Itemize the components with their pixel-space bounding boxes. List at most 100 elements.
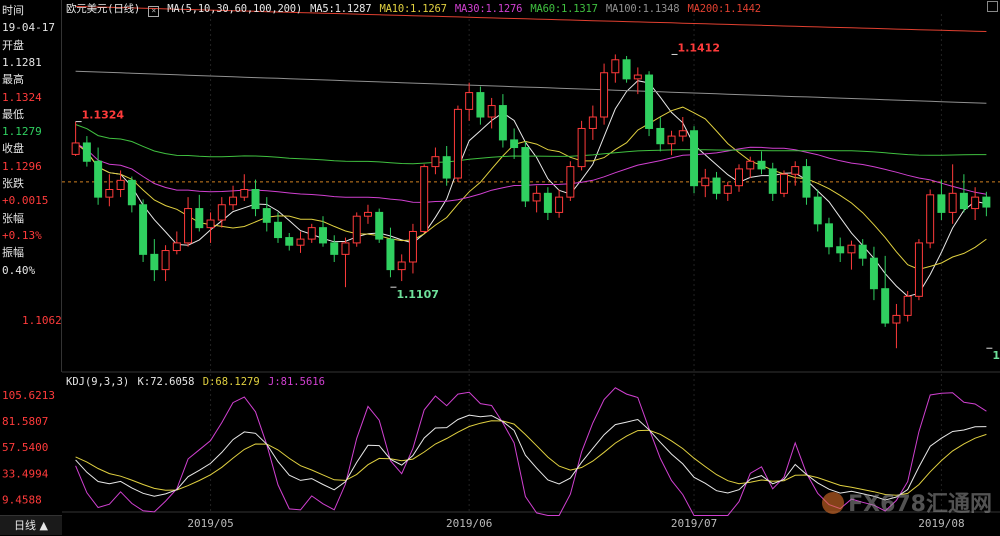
candle-body-57	[712, 177, 721, 194]
candle-body-75	[914, 242, 923, 297]
candle-body-71	[869, 257, 878, 290]
ma-params[interactable]: MA(5,10,30,60,100,200)	[167, 3, 302, 15]
candle-body-80	[971, 196, 980, 210]
candle-body-13	[217, 204, 226, 221]
d-label: D:68.1279	[202, 376, 260, 388]
annotation-label-0: 1.1324	[82, 109, 125, 122]
candle-body-67	[824, 223, 833, 248]
candle-body-43	[555, 196, 564, 213]
candle-body-73	[892, 314, 901, 324]
quote-field-13: +0.13%	[2, 228, 42, 242]
maximize-icon[interactable]	[987, 1, 998, 12]
candle-body-3	[105, 189, 114, 198]
ma200-label: MA200:1.1442	[687, 3, 761, 15]
candle-body-50	[633, 74, 642, 80]
candle-body-14	[229, 196, 238, 206]
candle-body-53	[667, 135, 676, 145]
candle-body-58	[723, 185, 732, 194]
candle-body-18	[274, 221, 282, 239]
candle-body-78	[948, 192, 957, 213]
ma-toggle-icon[interactable]: ×	[148, 6, 160, 17]
x-tick-label-1: 2019/06	[446, 517, 492, 530]
candle-body-66	[813, 196, 822, 225]
candle-body-30	[408, 230, 417, 263]
quote-field-15: 0.40%	[2, 263, 36, 277]
candle-body-46	[588, 116, 597, 129]
kline-chart[interactable]: 2019/05 2019/06 2019/07 2019/08 1.1324 1.1412…	[0, 0, 1000, 535]
quote-field-1: 19-04-17	[2, 21, 55, 35]
candle-body-49	[622, 59, 631, 80]
ma100-label: MA100:1.1348	[605, 3, 680, 15]
ma60-label: MA60:1.1317	[530, 3, 598, 15]
candle-body-63	[780, 173, 788, 194]
candle-body-5	[127, 179, 136, 206]
j-label: J:81.5616	[268, 376, 325, 388]
candle-body-11	[195, 208, 204, 229]
candle-body-59	[735, 168, 743, 187]
watermark-badge-icon	[822, 492, 845, 514]
quote-field-6: 最低	[2, 107, 24, 121]
candle-body-52	[656, 127, 665, 145]
candle-body-70	[858, 244, 867, 259]
candle-body-81	[982, 196, 991, 208]
ma10-label: MA10:1.1267	[379, 3, 447, 15]
period-tab-daily[interactable]: 日线 ▲	[0, 515, 62, 535]
kdj-legend: KDJ(9,3,3) K:72.6058 D:68.1279 J:81.5616	[66, 376, 327, 388]
candle-body-2	[94, 160, 103, 198]
candle-body-26	[363, 211, 372, 217]
candle-body-55	[690, 130, 699, 187]
d-line	[75, 420, 987, 496]
candle-body-9	[172, 242, 181, 252]
quote-field-2: 开盘	[2, 38, 24, 52]
candle-body-47	[600, 72, 609, 118]
candle-body-60	[746, 160, 755, 170]
quote-field-10: 张跌	[2, 177, 24, 190]
quote-field-0: 时间	[2, 4, 24, 17]
candle-body-51	[645, 74, 654, 129]
quote-field-7: 1.1279	[2, 125, 42, 139]
candle-body-44	[566, 166, 575, 198]
quote-field-12: 张幅	[2, 211, 24, 225]
candle-body-12	[206, 219, 215, 229]
candle-body-6	[139, 204, 148, 255]
candle-body-22	[319, 227, 327, 244]
kdj-params[interactable]: KDJ(9,3,3)	[66, 376, 129, 388]
annotation-label-1: 1.1412	[678, 41, 720, 54]
candle-body-15	[240, 189, 249, 198]
candle-body-61	[757, 160, 766, 170]
quote-field-9: 1.1296	[2, 159, 42, 173]
watermark-text: FX678汇通网	[848, 492, 992, 517]
candle-body-8	[161, 250, 170, 271]
kdj-y-tick-2: 57.5400	[2, 441, 48, 454]
candle-body-40	[521, 147, 530, 202]
candle-body-74	[903, 295, 912, 316]
candle-body-37	[487, 105, 496, 118]
x-tick-label-3: 2019/08	[918, 517, 964, 530]
candle-body-65	[802, 166, 811, 198]
ma60-line	[75, 124, 987, 165]
candle-body-16	[251, 189, 260, 210]
candle-body-62	[768, 168, 777, 194]
k-label: K:72.6058	[137, 376, 195, 388]
candle-body-34	[453, 108, 462, 179]
candle-body-69	[847, 244, 856, 254]
candle-body-21	[307, 227, 316, 240]
candle-body-29	[397, 261, 406, 271]
candle-body-24	[341, 242, 350, 255]
symbol-title[interactable]: 欧元美元(日线)	[66, 3, 140, 15]
kdj-y-tick-1: 81.5807	[2, 415, 48, 428]
candle-body-33	[442, 156, 451, 179]
candle-body-77	[937, 194, 946, 213]
candle-body-36	[476, 92, 485, 118]
ma-legend: 欧元美元(日线) × MA(5,10,30,60,100,200) MA5:1.…	[66, 1, 763, 17]
candle-body-79	[959, 192, 968, 210]
candle-body-38	[498, 105, 507, 141]
candle-body-72	[881, 288, 890, 324]
candle-body-39	[510, 139, 519, 149]
annotation-label-2: 1.1107	[396, 288, 438, 301]
candle-body-35	[465, 92, 474, 110]
candle-body-56	[701, 177, 710, 187]
candle-body-41	[532, 192, 541, 202]
quote-field-3: 1.1281	[2, 55, 42, 69]
candle-body-1	[82, 142, 91, 162]
